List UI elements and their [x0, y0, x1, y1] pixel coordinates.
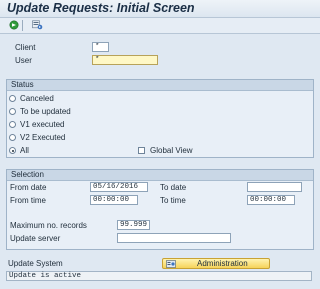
from-date-label: From date: [10, 183, 47, 192]
to-date-field[interactable]: [247, 182, 302, 192]
execute-icon[interactable]: [8, 20, 19, 30]
update-status-field: Update is active: [6, 271, 312, 281]
radio-v1-executed[interactable]: [9, 121, 16, 128]
radio-to-be-updated[interactable]: [9, 108, 16, 115]
global-view-label: Global View: [150, 146, 193, 155]
radio-canceled-label: Canceled: [20, 94, 54, 103]
update-system-label: Update System: [8, 259, 63, 268]
global-view-checkbox[interactable]: [138, 147, 145, 154]
radio-canceled[interactable]: [9, 95, 16, 102]
max-records-label: Maximum no. records: [10, 221, 87, 230]
radio-all-label: All: [20, 146, 29, 155]
radio-all[interactable]: [9, 147, 16, 154]
from-date-field[interactable]: 05/16/2016: [90, 182, 148, 192]
radio-v2-executed-label: V2 Executed: [20, 133, 66, 142]
radio-to-be-updated-label: To be updated: [20, 107, 71, 116]
radio-v1-executed-label: V1 executed: [20, 120, 65, 129]
to-date-label: To date: [160, 183, 187, 192]
administration-button[interactable]: Administration: [162, 258, 270, 269]
title-bar: Update Requests: Initial Screen: [0, 0, 320, 18]
from-time-field[interactable]: 00:00:00: [90, 195, 138, 205]
update-server-label: Update server: [10, 234, 61, 243]
administration-button-label: Administration: [197, 259, 248, 268]
application-toolbar: [0, 18, 320, 34]
status-group-title: Status: [7, 80, 313, 91]
user-label: User: [15, 56, 32, 65]
toolbar-separator: [22, 20, 23, 31]
radio-v2-executed[interactable]: [9, 134, 16, 141]
update-server-field[interactable]: [117, 233, 231, 243]
window-title: Update Requests: Initial Screen: [7, 1, 195, 15]
max-records-field[interactable]: 99.999: [117, 220, 150, 230]
from-time-label: From time: [10, 196, 46, 205]
administration-icon: [166, 260, 176, 270]
client-label: Client: [15, 43, 36, 52]
selection-group-title: Selection: [7, 170, 313, 181]
user-field[interactable]: *: [92, 55, 158, 65]
to-time-label: To time: [160, 196, 186, 205]
to-time-field[interactable]: 00:00:00: [247, 195, 295, 205]
client-field[interactable]: *: [92, 42, 109, 52]
get-variant-icon[interactable]: [32, 20, 43, 30]
